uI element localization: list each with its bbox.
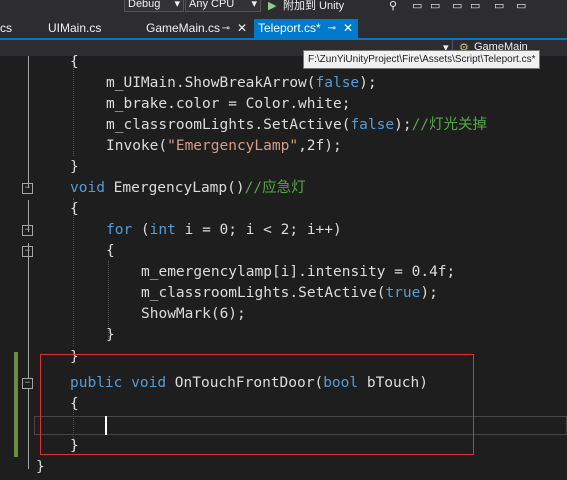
collapse-icon[interactable]: − <box>22 225 33 236</box>
tab-label: cs <box>0 21 12 35</box>
toolbar: Debug ▾ Any CPU ▾ ▶ 附加到 Unity ⚲ ▭ ▭ ▭ ▭ … <box>0 0 567 16</box>
fold-line <box>28 56 29 188</box>
code-line: { <box>70 54 79 70</box>
config-dropdown[interactable]: Debug ▾ <box>124 0 184 12</box>
tab-gamemain[interactable]: GameMain.cs ⊸ ✕ <box>142 19 252 38</box>
code-line: } <box>36 459 45 475</box>
collapse-icon[interactable]: − <box>22 378 33 389</box>
close-icon[interactable]: ✕ <box>237 19 247 38</box>
toolbar-icon-2[interactable]: ▭ <box>430 0 440 12</box>
collapse-icon[interactable]: − <box>22 246 33 257</box>
tab-uimain[interactable]: UIMain.cs <box>48 19 138 38</box>
code-line: m_UIMain.ShowBreakArrow(false); <box>106 75 377 91</box>
platform-dropdown[interactable]: Any CPU ▾ <box>185 0 261 12</box>
pin-icon[interactable]: ⊸ <box>328 19 336 38</box>
fold-line <box>28 389 29 469</box>
config-value: Debug <box>128 0 161 10</box>
code-line: Invoke("EmergencyLamp",2f); <box>106 138 342 154</box>
code-line: m_emergencylamp[i].intensity = 0.4f; <box>141 264 456 280</box>
collapse-icon[interactable]: − <box>22 183 33 194</box>
code-line: { <box>70 201 79 217</box>
fold-line <box>28 243 29 378</box>
code-line: } <box>106 327 115 343</box>
pin-icon[interactable]: ⊸ <box>222 19 230 38</box>
attach-button[interactable]: 附加到 Unity <box>283 0 344 12</box>
toolbar-icon-3[interactable]: ▭ <box>452 0 462 12</box>
code-line: { <box>106 243 115 259</box>
code-line: m_classroomLights.SetActive(false);//灯光关… <box>106 117 488 133</box>
close-icon[interactable]: ✕ <box>343 19 353 38</box>
code-line: for (int i = 0; i < 2; i++) <box>106 222 342 238</box>
tab-label: UIMain.cs <box>48 21 102 35</box>
debug-target-icon[interactable]: ⚲ <box>389 0 397 12</box>
start-icon[interactable]: ▶ <box>268 0 276 12</box>
toolbar-icon-5[interactable]: ▭ <box>494 0 504 12</box>
code-line: } <box>70 159 79 175</box>
tab-label: Teleport.cs* <box>258 21 321 35</box>
code-line: ShowMark(6); <box>141 306 246 322</box>
highlight-box <box>40 354 474 455</box>
tab-label: GameMain.cs <box>146 21 221 35</box>
indent-guide <box>73 198 74 346</box>
tab-teleport[interactable]: Teleport.cs* ⊸ ✕ <box>254 19 358 38</box>
tab-other-cs[interactable]: cs <box>0 19 40 38</box>
tab-strip: cs UIMain.cs GameMain.cs ⊸ ✕ Teleport.cs… <box>0 16 567 38</box>
platform-value: Any CPU <box>189 0 235 10</box>
file-path-tooltip: F:\ZunYiUnityProject\Fire\Assets\Script\… <box>303 50 541 69</box>
toolbar-icon-6[interactable]: ▭ <box>516 0 526 12</box>
toolbar-icon-1[interactable]: ▭ <box>412 0 422 12</box>
change-indicator <box>14 352 18 457</box>
chevron-down-icon: ▾ <box>174 0 180 10</box>
chevron-down-icon: ▾ <box>251 0 257 10</box>
code-line: m_brake.color = Color.white; <box>106 96 351 112</box>
toolbar-icon-4[interactable]: ▭ <box>470 0 480 12</box>
code-line: m_classroomLights.SetActive(true); <box>141 285 438 301</box>
code-line: void EmergencyLamp()//应急灯 <box>70 180 306 196</box>
